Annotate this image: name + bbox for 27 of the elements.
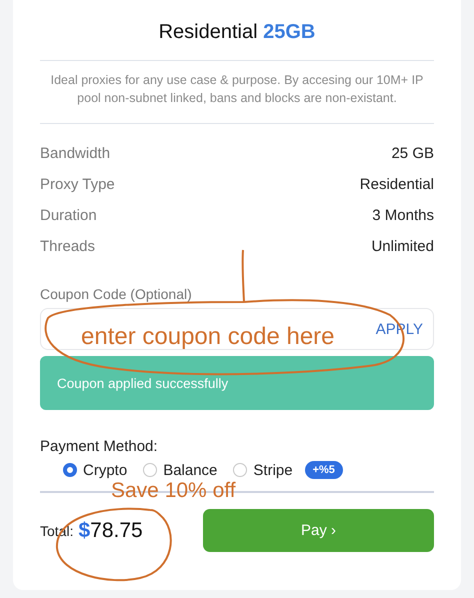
- payment-option[interactable]: Balance: [143, 462, 218, 478]
- detail-label: Threads: [40, 238, 96, 255]
- payment-option[interactable]: Crypto: [63, 462, 128, 478]
- detail-value: Unlimited: [371, 238, 434, 255]
- option-label: Crypto: [83, 462, 128, 478]
- option-label: Balance: [163, 462, 218, 478]
- success-message: Coupon applied successfully: [40, 356, 434, 410]
- discount-badge: +%5: [304, 461, 343, 479]
- detail-label: Duration: [40, 207, 97, 224]
- detail-value: 3 Months: [372, 207, 434, 224]
- detail-value: 25 GB: [391, 145, 434, 162]
- radio-button[interactable]: [143, 463, 158, 477]
- annotation-text: Save 10% off: [111, 479, 236, 503]
- radio-button[interactable]: [63, 463, 77, 477]
- annotation-text: enter coupon code here: [81, 323, 335, 351]
- option-label: Stripe: [253, 462, 293, 478]
- detail-label: Bandwidth: [40, 145, 110, 162]
- detail-label: Proxy Type: [40, 176, 115, 193]
- detail-value: Residential: [360, 176, 434, 193]
- hand-drawn-line: [242, 250, 245, 302]
- total-price: $78.75: [78, 518, 143, 542]
- card-title: Residential 25GB: [158, 20, 316, 44]
- payment-option[interactable]: Stripe: [233, 462, 293, 478]
- field-label: Coupon Code (Optional): [40, 286, 193, 302]
- radio-button[interactable]: [233, 463, 248, 477]
- description-text: Ideal proxies for any use case & purpose. By accesing our 10M+ IP pool non-subnet linked, bans and blocks are non-existant.: [50, 72, 424, 107]
- payment-label: Payment Method:: [40, 438, 159, 455]
